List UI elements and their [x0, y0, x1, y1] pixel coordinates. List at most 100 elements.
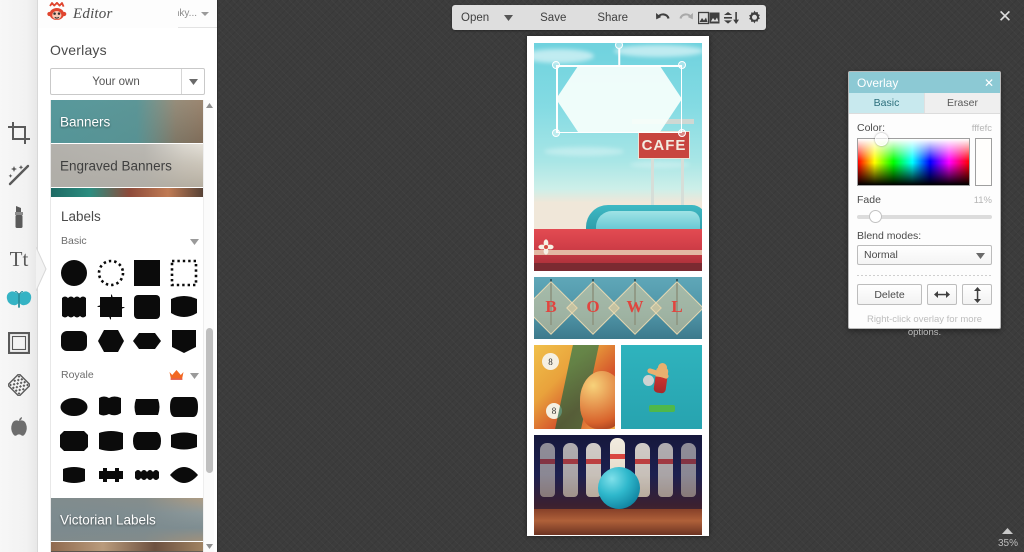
shape-grid-royale [51, 388, 207, 498]
shape-royale-bar[interactable] [94, 460, 129, 490]
shape-royale-crest[interactable] [94, 392, 129, 422]
subgroup-label: Royale [61, 369, 94, 381]
sign-letter: B [545, 297, 557, 316]
overlay-category-list[interactable]: Banners Engraved Banners Labels Basic Ro… [50, 100, 207, 552]
shape-royale-curl[interactable] [130, 426, 165, 456]
shape-royale-oval[interactable] [57, 392, 92, 422]
photo-bowl-sign[interactable]: B O W L [534, 277, 702, 339]
overlay-panel-header[interactable]: Overlay ✕ [849, 72, 1000, 93]
selection-edge-right [680, 65, 682, 133]
blend-modes-label: Blend modes: [857, 230, 922, 242]
shape-rounded-rect[interactable] [57, 326, 92, 356]
sidebar-item-brush[interactable] [0, 196, 38, 238]
close-icon[interactable]: ✕ [984, 77, 994, 89]
resize-handle-sw[interactable] [552, 129, 560, 137]
sidebar-item-frames[interactable] [0, 322, 38, 364]
close-editor-button[interactable]: ✕ [994, 6, 1016, 28]
shape-royale-lens[interactable] [167, 460, 202, 490]
fade-slider-knob[interactable] [869, 210, 882, 223]
overlay-selection-box[interactable] [552, 43, 686, 137]
open-button[interactable]: Open [452, 5, 522, 30]
blend-mode-select[interactable]: Normal [857, 245, 992, 265]
flip-vertical-icon[interactable] [962, 284, 992, 305]
sidebar-item-overlays[interactable] [0, 280, 38, 322]
category-engraved-banners[interactable]: Engraved Banners [51, 144, 207, 188]
photo-bowling-balls[interactable]: 8 8 [534, 345, 615, 429]
shape-square-solid[interactable] [130, 258, 165, 288]
sidebar-item-textures[interactable] [0, 364, 38, 406]
resize-handle-nw[interactable] [552, 61, 560, 69]
shape-royale-notched[interactable] [57, 426, 92, 456]
shape-hexagon-tall[interactable] [94, 326, 129, 356]
color-picker[interactable] [857, 133, 992, 186]
shape-royale-rounded[interactable] [167, 392, 202, 422]
shape-royale-plaque[interactable] [94, 426, 129, 456]
flip-horizontal-icon[interactable] [927, 284, 957, 305]
main-toolbar: Open Save Share [452, 5, 766, 30]
subgroup-royale[interactable]: Royale [51, 364, 207, 388]
shape-square-dotted[interactable] [167, 258, 202, 288]
flower-decor [538, 239, 554, 255]
panel-collapse-notch[interactable] [35, 246, 48, 292]
shape-scalloped-square[interactable] [57, 292, 92, 322]
blend-mode-value: Normal [864, 249, 898, 261]
tab-eraser[interactable]: Eraser [925, 93, 1000, 113]
photo-bowler-figurine[interactable] [621, 345, 702, 429]
your-own-label: Your own [92, 75, 140, 88]
sidebar-item-seasonal[interactable] [0, 406, 38, 448]
panel-scrollbar[interactable] [203, 100, 214, 552]
scroll-up-icon[interactable] [204, 100, 215, 111]
tab-basic[interactable]: Basic [849, 93, 925, 113]
overlay-settings-panel[interactable]: Overlay ✕ Basic Eraser Color: fffefc Fad… [848, 71, 1001, 338]
category-victorian-labels[interactable]: Victorian Labels [51, 498, 207, 542]
shape-rounded-tab[interactable] [130, 292, 165, 322]
color-value: fffefc [971, 123, 992, 134]
resize-handle-se[interactable] [678, 129, 686, 137]
app-brand[interactable]: Editor [38, 0, 178, 28]
your-own-dropdown[interactable]: Your own [50, 68, 205, 95]
shape-ornate-square[interactable] [94, 292, 129, 322]
scrollbar-thumb[interactable] [206, 328, 213, 473]
gear-icon[interactable] [743, 5, 766, 30]
share-button[interactable]: Share [575, 5, 637, 30]
shape-royale-ribbon[interactable] [57, 460, 92, 490]
delete-button[interactable]: Delete [857, 284, 922, 305]
shape-royale-wide[interactable] [167, 426, 202, 456]
collage-canvas[interactable]: CAFE B O W L 8 8 [527, 36, 709, 536]
resize-handle-ne[interactable] [678, 61, 686, 69]
chevron-down-icon[interactable] [190, 366, 199, 384]
picmonkey-monkey-icon [46, 1, 68, 27]
shape-shield-label[interactable] [167, 292, 202, 322]
color-row: Color: fffefc [857, 122, 992, 134]
arrange-layers-icon[interactable] [720, 5, 743, 30]
color-gradient-field[interactable] [857, 133, 970, 186]
before-after-images-icon[interactable] [697, 5, 720, 30]
redo-arrow-icon[interactable] [674, 5, 697, 30]
open-label: Open [461, 11, 490, 24]
shape-circle-solid[interactable] [57, 258, 92, 288]
shape-royale-scallop[interactable] [130, 460, 165, 490]
chevron-down-icon[interactable] [190, 232, 199, 250]
save-button[interactable]: Save [522, 5, 575, 30]
sidebar-item-touchup[interactable] [0, 154, 38, 196]
chevron-down-icon [201, 11, 209, 16]
chevron-down-icon[interactable] [181, 69, 204, 94]
shape-circle-dotted[interactable] [94, 258, 129, 288]
photo-bowling-pins[interactable] [534, 435, 702, 535]
sidebar-item-crop[interactable] [0, 112, 38, 154]
color-picker-knob[interactable] [875, 133, 888, 146]
scroll-down-icon[interactable] [204, 541, 215, 552]
sidebar-item-text[interactable]: Tt [0, 238, 38, 280]
shape-pennant[interactable] [167, 326, 202, 356]
shape-royale-frame[interactable] [130, 392, 165, 422]
undo-arrow-icon[interactable] [651, 5, 674, 30]
category-banners[interactable]: Banners [51, 100, 207, 144]
photo-retro-cafe[interactable]: CAFE [534, 43, 702, 271]
shape-hexagon-wide[interactable] [130, 326, 165, 356]
save-label: Save [540, 11, 567, 24]
subgroup-basic[interactable]: Basic [51, 230, 207, 254]
section-labels: Labels Basic Royale [51, 197, 207, 498]
zoom-indicator[interactable]: 35% [998, 526, 1018, 549]
current-color-swatch[interactable] [975, 138, 992, 186]
fade-slider[interactable] [857, 210, 992, 223]
